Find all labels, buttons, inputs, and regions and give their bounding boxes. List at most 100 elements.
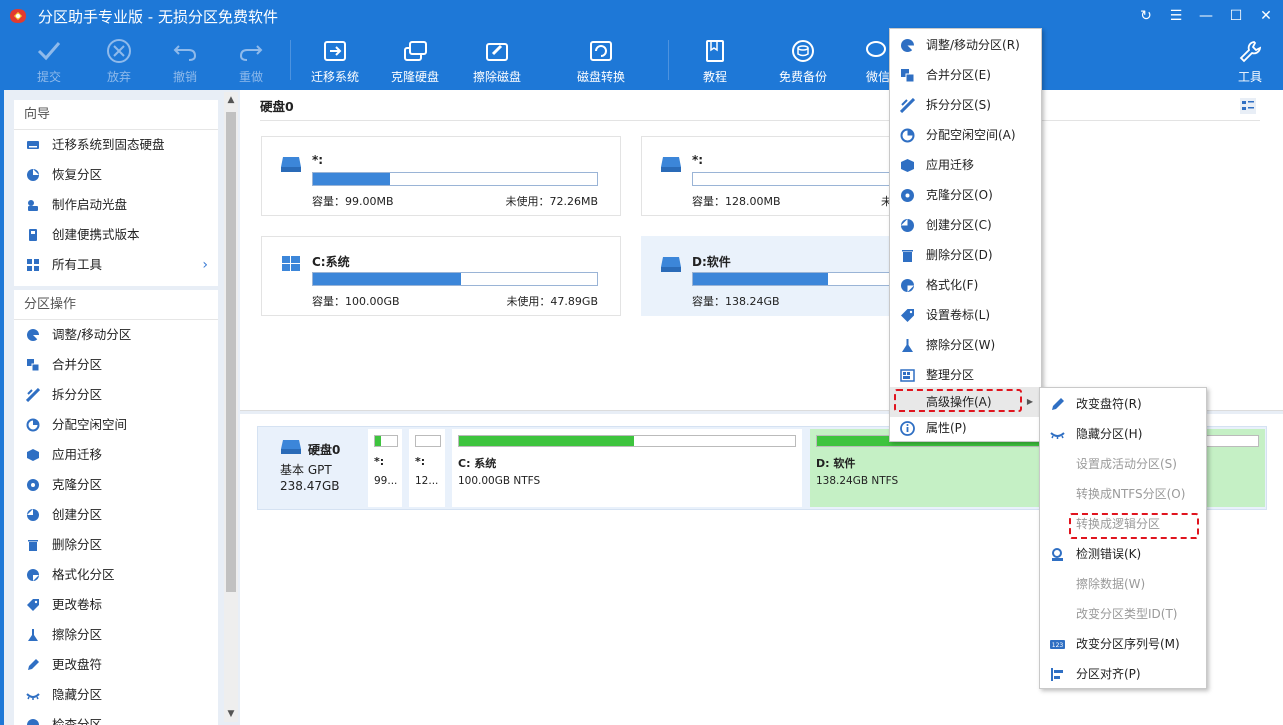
hidden-eye-icon xyxy=(26,693,40,700)
trash-icon xyxy=(902,250,913,262)
close-button[interactable]: ✕ xyxy=(1256,6,1276,26)
wizard-panel: 向导 迁移系统到固态硬盘 恢复分区 制作启动光盘 创建便携式版本 所有工具 › xyxy=(14,100,218,286)
sidebar-item-delete-partition[interactable]: 删除分区 xyxy=(14,530,218,560)
chevron-right-icon: › xyxy=(202,257,208,273)
sidebar-item-app-migration[interactable]: 应用迁移 xyxy=(14,440,218,470)
broom-icon xyxy=(902,339,913,352)
menu-icon[interactable]: ☰ xyxy=(1166,6,1186,26)
partition-card[interactable]: *: 容量：128.00MB 未 xyxy=(641,136,902,216)
sidebar-item-allocate-space[interactable]: 分配空闲空间 xyxy=(14,410,218,440)
pie-icon xyxy=(26,418,40,432)
partition-card[interactable]: C:系统 容量：100.00GB 未使用：47.89GB xyxy=(261,236,621,316)
menu-item-split[interactable]: 拆分分区(S) xyxy=(890,90,1041,120)
sidebar-item-clone-partition[interactable]: 克隆分区 xyxy=(14,470,218,500)
minimize-button[interactable]: — xyxy=(1196,6,1216,26)
menu-item-resize-move[interactable]: 调整/移动分区(R) xyxy=(890,30,1041,60)
disk-map-partition[interactable]: *: 12... xyxy=(409,429,445,507)
sidebar-item-check-partition[interactable]: 检查分区 xyxy=(14,710,218,725)
submenu-item-check-errors[interactable]: 检测错误(K) xyxy=(1040,539,1206,569)
merge-icon xyxy=(901,69,915,83)
refresh-icon[interactable]: ↻ xyxy=(1136,6,1156,26)
view-toggle-icon[interactable] xyxy=(1238,96,1258,116)
defrag-icon xyxy=(900,369,915,382)
menu-item-wipe-partition[interactable]: 擦除分区(W) xyxy=(890,330,1041,360)
svg-text:123: 123 xyxy=(1052,642,1064,649)
partition-card[interactable]: D:软件 容量：138.24GB xyxy=(641,236,902,316)
sidebar-item-boot-disc[interactable]: 制作启动光盘 xyxy=(14,190,218,220)
submenu-item-align[interactable]: 分区对齐(P) xyxy=(1040,659,1206,689)
convert-icon xyxy=(590,41,612,61)
sidebar-item-split[interactable]: 拆分分区 xyxy=(14,380,218,410)
menu-item-app-migration[interactable]: 应用迁移 xyxy=(890,150,1041,180)
sidebar-item-wipe-partition[interactable]: 擦除分区 xyxy=(14,620,218,650)
submenu-item-convert-ntfs: 转换成NTFS分区(O) xyxy=(1076,487,1186,501)
submenu-item-change-letter[interactable]: 改变盘符(R) xyxy=(1040,389,1206,419)
menu-item-format[interactable]: 格式化(F) xyxy=(890,270,1041,300)
sidebar-item-resize-move[interactable]: 调整/移动分区 xyxy=(14,320,218,350)
maximize-button[interactable]: ☐ xyxy=(1226,6,1246,26)
wipe-disk-button[interactable]: 擦除磁盘 xyxy=(462,32,532,90)
undo-button[interactable]: 撤销 xyxy=(150,32,220,90)
sidebar-item-change-letter[interactable]: 更改盘符 xyxy=(14,650,218,680)
commit-button[interactable]: 提交 xyxy=(14,32,84,90)
redo-button[interactable]: 重做 xyxy=(216,32,286,90)
free-backup-button[interactable]: 免费备份 xyxy=(768,32,838,90)
resize-partition-icon xyxy=(27,329,39,341)
split-icon xyxy=(900,98,915,113)
menu-item-clone-partition[interactable]: 克隆分区(O) xyxy=(890,180,1041,210)
disk-map-partition[interactable]: *: 99... xyxy=(368,429,402,507)
partition-usage-fill xyxy=(459,436,634,446)
wipe-disk-icon xyxy=(486,43,508,61)
clone-disk-button[interactable]: 克隆硬盘 xyxy=(380,32,450,90)
discard-button[interactable]: 放弃 xyxy=(84,32,154,90)
sidebar-item-hide-partition[interactable]: 隐藏分区 xyxy=(14,680,218,710)
ops-heading: 分区操作 xyxy=(14,290,218,320)
disk-migrate-icon xyxy=(27,141,39,149)
tutorial-button[interactable]: 教程 xyxy=(680,32,750,90)
resize-partition-icon xyxy=(901,39,914,52)
boot-disc-icon xyxy=(28,200,38,211)
submenu-item-change-serial[interactable]: 123 改变分区序列号(M) xyxy=(1040,629,1206,659)
menu-item-create-partition[interactable]: 创建分区(C) xyxy=(890,210,1041,240)
wrench-icon xyxy=(1239,41,1262,63)
sidebar: 向导 迁移系统到固态硬盘 恢复分区 制作启动光盘 创建便携式版本 所有工具 › … xyxy=(0,90,240,725)
usage-bar xyxy=(692,272,902,286)
disk-convert-button[interactable]: 磁盘转换 xyxy=(566,32,636,90)
partition-usage-fill xyxy=(375,436,381,446)
scroll-up-icon[interactable]: ▲ xyxy=(224,92,238,108)
sidebar-item-migrate-ssd[interactable]: 迁移系统到固态硬盘 xyxy=(14,130,218,160)
sidebar-item-change-label[interactable]: 更改卷标 xyxy=(14,590,218,620)
sidebar-item-merge[interactable]: 合并分区 xyxy=(14,350,218,380)
sidebar-scrollbar[interactable]: ▲ ▼ xyxy=(224,92,238,722)
menu-item-defrag[interactable]: 整理分区 xyxy=(890,360,1041,390)
serial-number-icon: 123 xyxy=(1050,640,1065,649)
menu-item-merge[interactable]: 合并分区(E) xyxy=(890,60,1041,90)
submenu-item-hide-partition[interactable]: 隐藏分区(H) xyxy=(1040,419,1206,449)
cube-icon xyxy=(901,159,914,172)
usage-fill xyxy=(313,173,390,185)
disk-map-header[interactable]: 硬盘0 基本 GPT 238.47GB xyxy=(258,427,368,509)
migrate-os-button[interactable]: 迁移系统 xyxy=(300,32,370,90)
sidebar-item-recover-partition[interactable]: 恢复分区 xyxy=(14,160,218,190)
menu-item-delete-partition[interactable]: 删除分区(D) xyxy=(890,240,1041,270)
sidebar-item-all-tools[interactable]: 所有工具 › xyxy=(14,250,218,280)
book-icon xyxy=(706,40,724,62)
broom-icon xyxy=(28,629,38,641)
app-logo-icon xyxy=(10,9,26,23)
sidebar-item-create-partition[interactable]: 创建分区 xyxy=(14,500,218,530)
menu-item-allocate-space[interactable]: 分配空闲空间(A) xyxy=(890,120,1041,150)
disk-map-partition[interactable]: C: 系统 100.00GB NTFS xyxy=(452,429,802,507)
check-icon xyxy=(37,42,61,61)
partition-card[interactable]: *: 容量：99.00MB 未使用：72.26MB xyxy=(261,136,621,216)
tools-button[interactable]: 工具 xyxy=(1220,32,1280,90)
sidebar-item-portable[interactable]: 创建便携式版本 xyxy=(14,220,218,250)
advanced-submenu: 改变盘符(R) 隐藏分区(H) 设置成活动分区(S) 转换成NTFS分区(O) … xyxy=(1039,387,1207,689)
sidebar-item-format[interactable]: 格式化分区 xyxy=(14,560,218,590)
drive-icon xyxy=(281,157,301,172)
scroll-down-icon[interactable]: ▼ xyxy=(224,706,238,722)
clone-disk-icon xyxy=(404,41,427,61)
format-icon xyxy=(27,569,39,581)
menu-item-properties[interactable]: 属性(P) xyxy=(890,413,1041,443)
menu-item-set-label[interactable]: 设置卷标(L) xyxy=(890,300,1041,330)
scrollbar-thumb[interactable] xyxy=(226,112,236,592)
